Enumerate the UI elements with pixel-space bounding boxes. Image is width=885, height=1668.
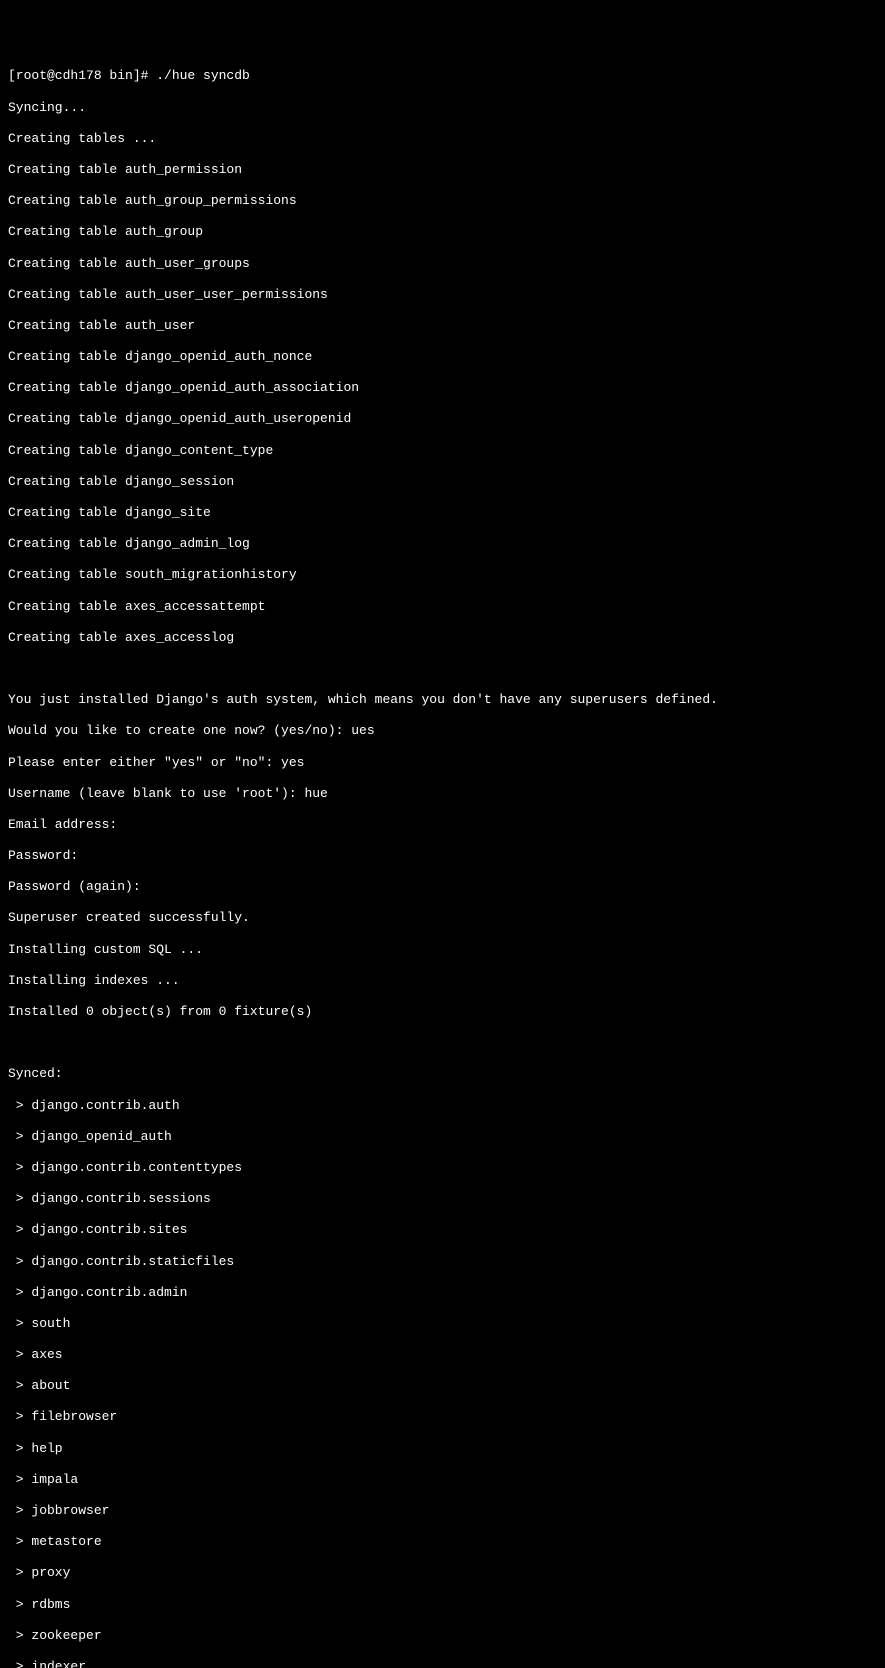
synced-header: Synced:: [8, 1066, 877, 1082]
output-line: Creating table django_openid_auth_nonce: [8, 349, 877, 365]
output-line: Creating table django_openid_auth_associ…: [8, 380, 877, 396]
output-line: Installing indexes ...: [8, 973, 877, 989]
output-line: Password:: [8, 848, 877, 864]
synced-item: > about: [8, 1378, 877, 1394]
output-line: Please enter either "yes" or "no": yes: [8, 755, 877, 771]
synced-item: > south: [8, 1316, 877, 1332]
output-line: Syncing...: [8, 100, 877, 116]
synced-item: > django.contrib.auth: [8, 1098, 877, 1114]
output-line: Creating table auth_group_permissions: [8, 193, 877, 209]
synced-item: > django_openid_auth: [8, 1129, 877, 1145]
synced-item: > zookeeper: [8, 1628, 877, 1644]
synced-item: > rdbms: [8, 1597, 877, 1613]
synced-item: > django.contrib.contenttypes: [8, 1160, 877, 1176]
output-line: Creating table axes_accessattempt: [8, 599, 877, 615]
synced-item: > django.contrib.sites: [8, 1222, 877, 1238]
output-line: Creating table auth_permission: [8, 162, 877, 178]
output-line: Password (again):: [8, 879, 877, 895]
output-line: Creating tables ...: [8, 131, 877, 147]
blank-line: [8, 1035, 877, 1051]
output-line: Creating table django_admin_log: [8, 536, 877, 552]
output-line: Installed 0 object(s) from 0 fixture(s): [8, 1004, 877, 1020]
synced-item: > metastore: [8, 1534, 877, 1550]
output-line: Email address:: [8, 817, 877, 833]
synced-item: > axes: [8, 1347, 877, 1363]
output-line: Creating table axes_accesslog: [8, 630, 877, 646]
synced-item: > help: [8, 1441, 877, 1457]
synced-item: > indexer: [8, 1659, 877, 1668]
synced-item: > django.contrib.staticfiles: [8, 1254, 877, 1270]
synced-item: > jobbrowser: [8, 1503, 877, 1519]
synced-item: > filebrowser: [8, 1409, 877, 1425]
output-line: Superuser created successfully.: [8, 910, 877, 926]
output-line: Creating table django_openid_auth_userop…: [8, 411, 877, 427]
output-line: Would you like to create one now? (yes/n…: [8, 723, 877, 739]
output-line: Creating table django_site: [8, 505, 877, 521]
output-line: Installing custom SQL ...: [8, 942, 877, 958]
synced-item: > django.contrib.admin: [8, 1285, 877, 1301]
synced-item: > proxy: [8, 1565, 877, 1581]
output-line: Creating table auth_user: [8, 318, 877, 334]
output-line: Creating table south_migrationhistory: [8, 567, 877, 583]
synced-item: > django.contrib.sessions: [8, 1191, 877, 1207]
output-line: Username (leave blank to use 'root'): hu…: [8, 786, 877, 802]
output-line: Creating table auth_user_user_permission…: [8, 287, 877, 303]
output-line: Creating table django_content_type: [8, 443, 877, 459]
output-line: Creating table auth_group: [8, 224, 877, 240]
output-line: You just installed Django's auth system,…: [8, 692, 877, 708]
output-line: Creating table django_session: [8, 474, 877, 490]
blank-line: [8, 661, 877, 677]
output-line: Creating table auth_user_groups: [8, 256, 877, 272]
terminal-prompt: [root@cdh178 bin]# ./hue syncdb: [8, 68, 877, 84]
synced-item: > impala: [8, 1472, 877, 1488]
